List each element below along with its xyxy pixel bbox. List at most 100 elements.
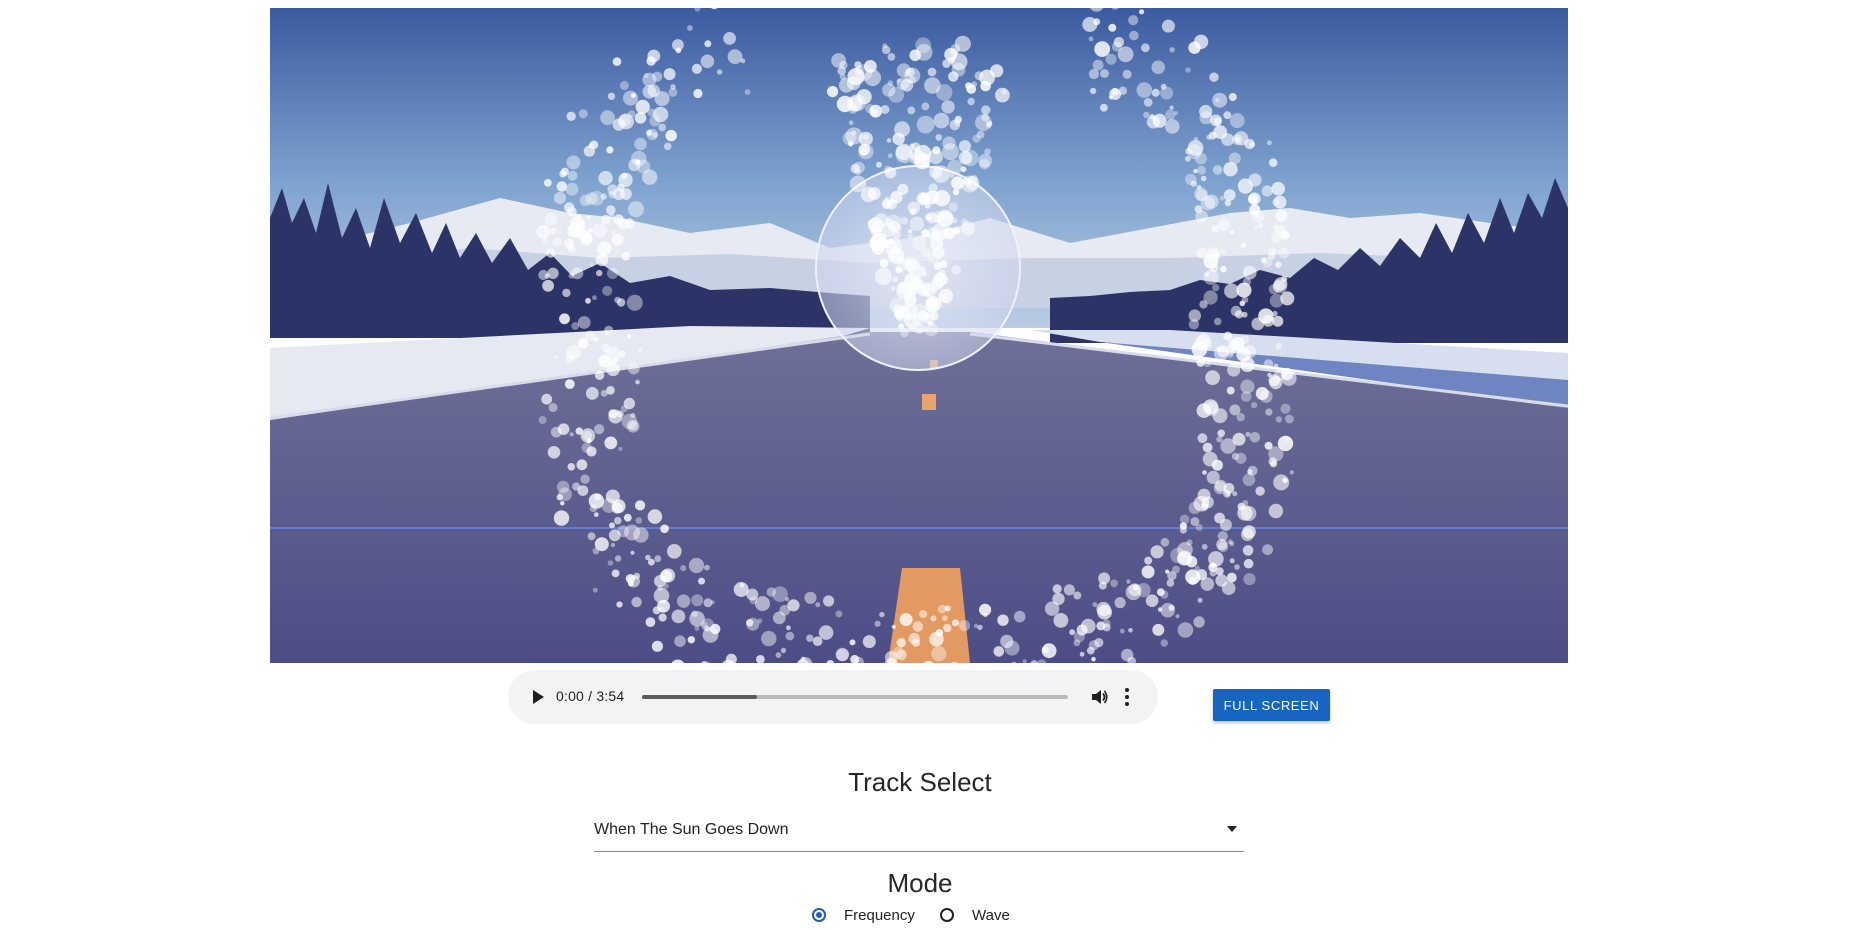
particle (651, 640, 663, 652)
particle (646, 129, 653, 136)
particle (626, 294, 643, 311)
particle (858, 144, 874, 160)
particle (935, 84, 953, 101)
particle (835, 610, 843, 618)
particle (1234, 564, 1240, 570)
particle (949, 119, 961, 131)
particle (624, 524, 641, 541)
particle (566, 155, 581, 170)
particle (1199, 300, 1208, 309)
particle (1201, 338, 1213, 350)
particle (577, 338, 589, 349)
particle (1223, 111, 1232, 120)
particle (896, 638, 906, 648)
play-icon[interactable] (530, 689, 546, 705)
particle (935, 629, 944, 637)
particle (1200, 196, 1216, 211)
particle (848, 120, 854, 126)
particle (693, 88, 703, 99)
particle (902, 256, 917, 271)
particle (609, 522, 615, 529)
particle (1255, 387, 1269, 400)
particle (952, 188, 960, 196)
particle (1203, 359, 1211, 368)
particle (635, 99, 650, 114)
radio-unchecked-icon[interactable] (940, 908, 954, 922)
caret-down-icon (1227, 826, 1237, 832)
particle (1193, 168, 1198, 174)
particle (921, 229, 930, 238)
particle (557, 423, 570, 436)
particle (912, 621, 924, 632)
particle (594, 424, 605, 435)
particle (951, 265, 961, 275)
particle (1268, 158, 1278, 167)
particle (613, 214, 624, 225)
particle (1218, 219, 1230, 231)
player-row: 0:00 / 3:54 (508, 670, 1158, 724)
particle (950, 44, 961, 55)
track-select-dropdown[interactable]: When The Sun Goes Down (594, 815, 1244, 852)
particle (1264, 441, 1273, 450)
particle (927, 67, 937, 77)
particle (616, 601, 623, 608)
particle (839, 73, 846, 80)
particle (775, 652, 782, 658)
particle (538, 416, 547, 424)
particle (1234, 131, 1249, 146)
particle (937, 209, 953, 225)
particle (916, 115, 935, 134)
particle (924, 202, 931, 209)
particle (1088, 36, 1094, 42)
particle (1128, 628, 1133, 633)
particle (654, 555, 662, 563)
particle (1275, 261, 1282, 268)
particle (1151, 60, 1165, 75)
volume-icon[interactable] (1090, 688, 1108, 706)
more-vertical-icon[interactable] (1124, 687, 1130, 707)
seek-bar[interactable] (642, 695, 1068, 699)
particle (1209, 562, 1216, 568)
particle (1212, 408, 1228, 424)
particle (1223, 489, 1231, 498)
particle (974, 71, 984, 81)
particle (1228, 93, 1237, 101)
particle (597, 241, 612, 256)
particle (1152, 113, 1167, 128)
particle (935, 264, 940, 270)
particle (694, 625, 700, 631)
particle (1209, 72, 1219, 82)
particle (1187, 140, 1204, 156)
particle (1100, 69, 1109, 78)
particle (1073, 631, 1085, 643)
particle (930, 615, 937, 622)
particle (1209, 569, 1217, 577)
particle (665, 129, 677, 142)
particle (1249, 432, 1261, 443)
particle (1282, 477, 1288, 483)
particle (874, 620, 881, 627)
particle (626, 334, 632, 339)
particle (1220, 438, 1236, 454)
particle (923, 311, 936, 324)
particle (961, 175, 979, 193)
particle (1098, 572, 1111, 585)
particle (918, 193, 930, 205)
radio-checked-icon[interactable] (812, 908, 826, 922)
full-screen-button[interactable]: FULL SCREEN (1213, 689, 1330, 721)
particle (667, 544, 682, 559)
particle (977, 624, 983, 631)
particle (1141, 43, 1150, 53)
particle (1079, 651, 1085, 657)
particle (981, 105, 991, 115)
particle (995, 87, 1010, 103)
particle (687, 25, 693, 31)
audio-player[interactable]: 0:00 / 3:54 (508, 670, 1158, 724)
visualizer-canvas (270, 8, 1568, 663)
particle (1200, 175, 1207, 182)
particle (1128, 15, 1139, 26)
particle (586, 215, 591, 220)
particle (601, 214, 611, 225)
particle (1229, 404, 1241, 416)
particle (628, 201, 644, 218)
